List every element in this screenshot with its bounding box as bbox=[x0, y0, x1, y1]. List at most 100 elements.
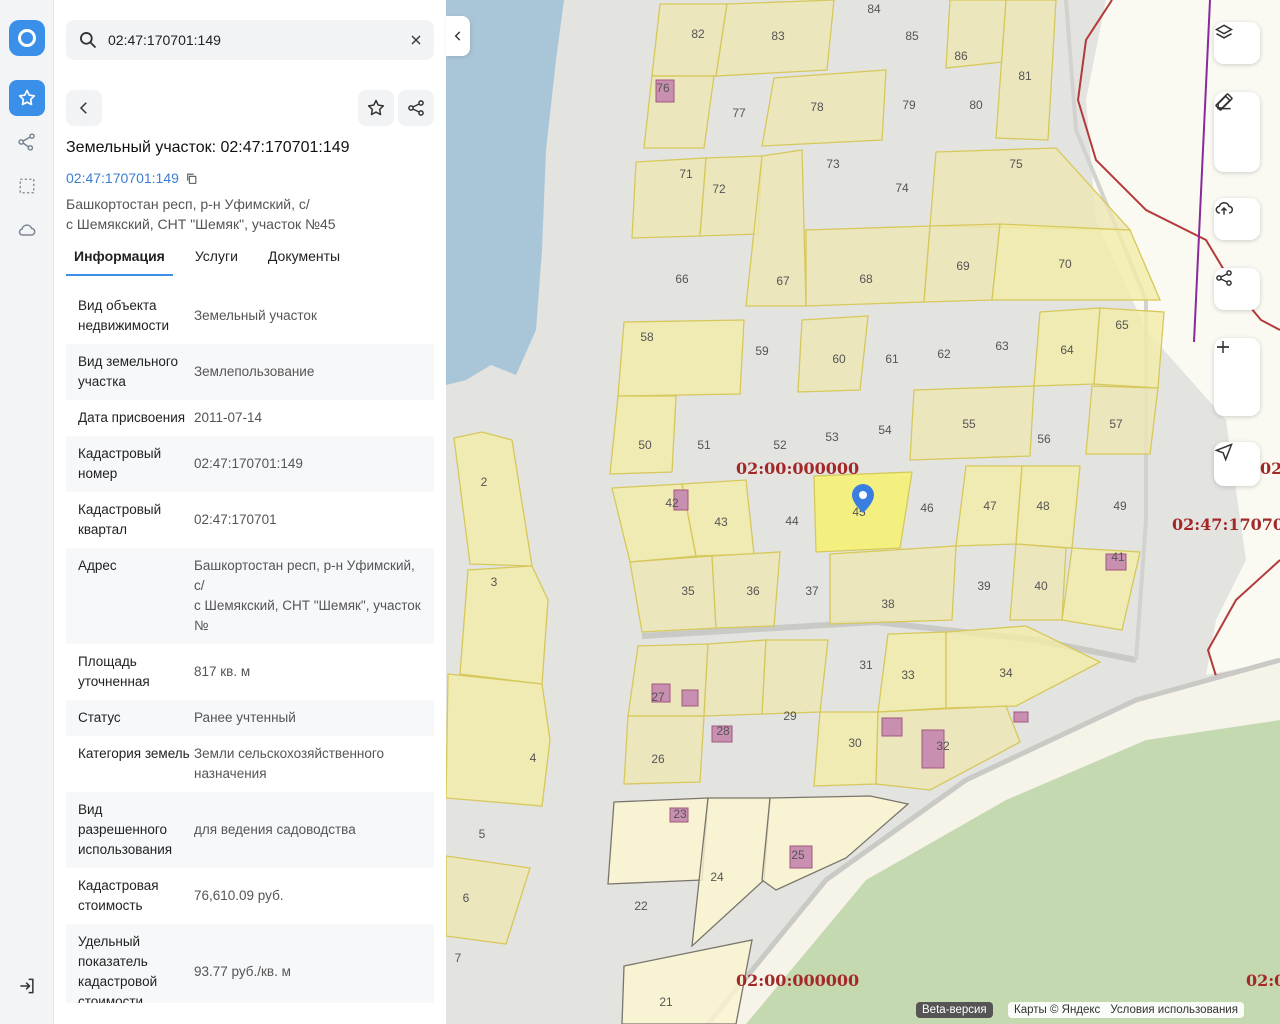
parcel-72[interactable] bbox=[699, 155, 763, 237]
area-select-icon[interactable] bbox=[9, 168, 45, 204]
logout-icon[interactable] bbox=[9, 968, 45, 1004]
share-button[interactable] bbox=[398, 90, 434, 126]
tab-services[interactable]: Услуги bbox=[187, 246, 246, 276]
parcel-71[interactable] bbox=[631, 157, 707, 239]
info-row: Кадастровая стоимость 76,610.09 руб. bbox=[66, 868, 434, 924]
tab-information[interactable]: Информация bbox=[66, 246, 173, 276]
parcel-38[interactable] bbox=[829, 545, 957, 625]
parcel-41[interactable] bbox=[1061, 547, 1141, 631]
parcel-number-label: 60 bbox=[832, 352, 846, 366]
parcel-number-label: 65 bbox=[1115, 318, 1129, 332]
parcel-65[interactable] bbox=[1093, 307, 1165, 389]
object-address: Башкортостан респ, р-н Уфимский, с/ с Ше… bbox=[66, 196, 336, 232]
parcel-number-label: 30 bbox=[848, 736, 862, 750]
parcel-78[interactable] bbox=[761, 69, 887, 147]
parcel-number-label: 2 bbox=[481, 475, 488, 489]
info-row-label: Вид разрешенного использования bbox=[78, 802, 173, 857]
cadastral-number-text[interactable]: 02:47:170701:149 bbox=[66, 170, 179, 186]
info-row: Вид объекта недвижимости Земельный участо… bbox=[66, 288, 434, 344]
cloud-icon[interactable] bbox=[9, 212, 45, 248]
tools-group bbox=[1214, 92, 1260, 172]
zoom-out-icon[interactable] bbox=[1214, 338, 1232, 356]
water-body bbox=[446, 0, 564, 385]
district-label: 02:0 bbox=[1246, 971, 1280, 990]
parcel-number-label: 74 bbox=[895, 181, 909, 195]
info-row-value: 817 кв. м bbox=[194, 664, 251, 679]
app-logo-icon[interactable] bbox=[9, 20, 45, 56]
route-icon[interactable] bbox=[9, 124, 45, 160]
clear-search-icon[interactable] bbox=[408, 32, 424, 48]
info-row-label: Удельный показатель кадастровой стоимост… bbox=[78, 934, 158, 1003]
parcel-34[interactable] bbox=[945, 625, 1102, 709]
chevron-left-icon bbox=[454, 31, 461, 41]
parcel-29[interactable] bbox=[761, 639, 829, 715]
parcel-number-label: 78 bbox=[810, 100, 824, 114]
terms-link[interactable]: Условия использования bbox=[1110, 1004, 1238, 1016]
info-panel: Земельный участок: 02:47:170701:149 02:4… bbox=[54, 0, 446, 1024]
map-share-button[interactable] bbox=[1214, 268, 1260, 310]
favorites-icon[interactable] bbox=[9, 80, 45, 116]
parcel-6[interactable] bbox=[446, 855, 531, 945]
parcel-number-label: 21 bbox=[659, 995, 673, 1009]
parcel-number-label: 52 bbox=[773, 438, 787, 452]
district-label: 02:00:000000 bbox=[736, 971, 859, 990]
parcel-82[interactable] bbox=[651, 3, 728, 77]
parcel-2[interactable] bbox=[453, 431, 533, 567]
parcel-number-label: 39 bbox=[977, 579, 991, 593]
parcel-number-label: 28 bbox=[716, 724, 730, 738]
tab-documents[interactable]: Документы bbox=[260, 246, 348, 276]
edit-icon[interactable] bbox=[1214, 92, 1234, 112]
parcel-68[interactable] bbox=[805, 225, 931, 307]
cadastral-map[interactable]: 848582 8386817677 78 79 80737475717266 67 6869… bbox=[446, 0, 1280, 1024]
collapse-panel-button[interactable] bbox=[446, 16, 470, 56]
parcel-number-label: 4 bbox=[530, 751, 537, 765]
locate-button[interactable] bbox=[1214, 442, 1260, 486]
parcel-number-label: 80 bbox=[969, 98, 983, 112]
parcel-number-label: 76 bbox=[656, 81, 670, 95]
parcel-76[interactable] bbox=[643, 75, 715, 149]
parcel-28[interactable] bbox=[703, 639, 767, 717]
parcel-4[interactable] bbox=[446, 673, 551, 807]
info-row: Вид земельного участка Землепользование bbox=[66, 344, 434, 400]
parcel-50[interactable] bbox=[609, 395, 677, 475]
parcel-number-label: 66 bbox=[675, 272, 689, 286]
layers-button[interactable] bbox=[1214, 22, 1260, 64]
search-input[interactable] bbox=[108, 32, 408, 48]
parcel-35[interactable] bbox=[629, 555, 717, 633]
info-row-label: Вид объекта недвижимости bbox=[78, 298, 170, 333]
upload-button[interactable] bbox=[1214, 198, 1260, 240]
info-row-value: 2011-07-14 bbox=[194, 410, 263, 425]
parcel-number-label: 25 bbox=[791, 848, 805, 862]
map-view[interactable]: 84 85 82 83 86 81 76 77 78 79 80 73 74 75 71 72 66 67 68 69… bbox=[446, 0, 1280, 1024]
info-row-value: 93.77 руб./кв. м bbox=[194, 964, 291, 979]
parcel-23[interactable] bbox=[607, 797, 709, 885]
info-row-label: Кадастровый квартал bbox=[78, 502, 162, 537]
parcel-30[interactable] bbox=[813, 711, 879, 787]
zoom-control bbox=[1214, 338, 1260, 416]
cadastral-number-link[interactable]: 02:47:170701:149 bbox=[66, 170, 198, 186]
back-button[interactable] bbox=[66, 90, 102, 126]
parcel-58[interactable] bbox=[617, 319, 745, 397]
parcel-number-label: 81 bbox=[1018, 69, 1032, 83]
parcel-number-label: 24 bbox=[710, 870, 724, 884]
search-bar bbox=[66, 20, 434, 60]
parcel-21[interactable] bbox=[621, 939, 753, 1024]
copy-icon[interactable] bbox=[185, 172, 198, 185]
parcel-number-label: 41 bbox=[1111, 550, 1125, 564]
parcel-number-label: 84 bbox=[867, 2, 881, 16]
parcel-number-label: 59 bbox=[755, 344, 769, 358]
info-row-value: Башкортостан респ, р-н Уфимский, с/ с Ше… bbox=[194, 558, 421, 633]
tab-bar: Информация Услуги Документы bbox=[66, 246, 348, 276]
favorite-button[interactable] bbox=[358, 90, 394, 126]
parcel-number-label: 48 bbox=[1036, 499, 1050, 513]
parcel-number-label: 43 bbox=[714, 515, 728, 529]
info-row-label: Дата присвоения bbox=[78, 410, 186, 425]
parcel-number-label: 55 bbox=[962, 417, 976, 431]
parcel-26[interactable] bbox=[623, 715, 705, 785]
parcel-number-label: 67 bbox=[776, 274, 790, 288]
parcel-number-label: 3 bbox=[491, 575, 498, 589]
parcel-3[interactable] bbox=[459, 565, 549, 685]
info-row-value: Земельный участок bbox=[194, 308, 317, 323]
parcel-number-label: 46 bbox=[920, 501, 934, 515]
district-label: 02:00:000000 bbox=[736, 459, 859, 478]
